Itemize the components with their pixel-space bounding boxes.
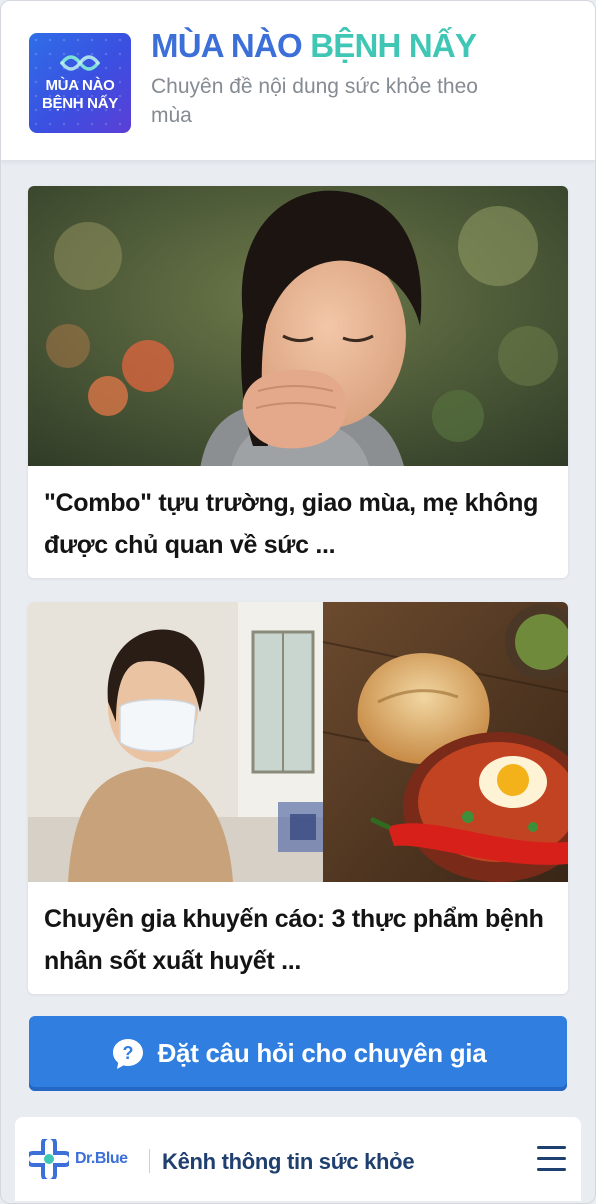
- drblue-cross-icon: [29, 1139, 69, 1179]
- drblue-logo[interactable]: Dr.Blue: [29, 1139, 128, 1179]
- footer-divider: [149, 1149, 150, 1173]
- header: MÙA NÀO BỆNH NẤY MÙA NÀO BỆNH NẤY Chuyên…: [1, 1, 595, 161]
- article-title[interactable]: "Combo" tựu trường, giao mùa, mẹ không đ…: [44, 482, 554, 566]
- article-title[interactable]: Chuyên gia khuyến cáo: 3 thực phẩm bệnh …: [44, 898, 554, 982]
- footer-tagline: Kênh thông tin sức khỏe: [162, 1149, 415, 1174]
- logo-text-line2: BỆNH NẤY: [42, 95, 118, 112]
- menu-line: [537, 1157, 566, 1160]
- svg-text:?: ?: [122, 1043, 133, 1063]
- article-image-child-coughing[interactable]: [28, 186, 568, 466]
- footer-bar: Dr.Blue Kênh thông tin sức khỏe: [15, 1117, 581, 1201]
- page-title-part1: MÙA NÀO: [151, 27, 303, 64]
- brand-name: Dr.Blue: [75, 1150, 128, 1167]
- article-image-masked-woman-and-food[interactable]: [28, 602, 568, 882]
- question-icon: ?: [112, 1038, 143, 1069]
- ask-expert-label: Đặt câu hỏi cho chuyên gia: [157, 1038, 487, 1068]
- page-subtitle: Chuyên đề nội dung sức khỏe theo mùa: [151, 75, 478, 127]
- wave-icon: [60, 55, 100, 71]
- logo-text-line1: MÙA NÀO: [45, 77, 115, 94]
- menu-line: [537, 1146, 566, 1149]
- program-logo[interactable]: MÙA NÀO BỆNH NẤY: [29, 33, 131, 133]
- menu-line: [537, 1168, 566, 1171]
- page-title-part2: BỆNH NẤY: [310, 27, 477, 64]
- page-title: MÙA NÀO BỆNH NẤY: [151, 27, 477, 65]
- ask-expert-button[interactable]: ? Đặt câu hỏi cho chuyên gia: [29, 1016, 567, 1091]
- page-frame: MÙA NÀO BỆNH NẤY MÙA NÀO BỆNH NẤY Chuyên…: [0, 0, 596, 1204]
- article-card[interactable]: Chuyên gia khuyến cáo: 3 thực phẩm bệnh …: [28, 602, 568, 994]
- article-card[interactable]: "Combo" tựu trường, giao mùa, mẹ không đ…: [28, 186, 568, 578]
- hamburger-menu-icon[interactable]: [537, 1145, 567, 1173]
